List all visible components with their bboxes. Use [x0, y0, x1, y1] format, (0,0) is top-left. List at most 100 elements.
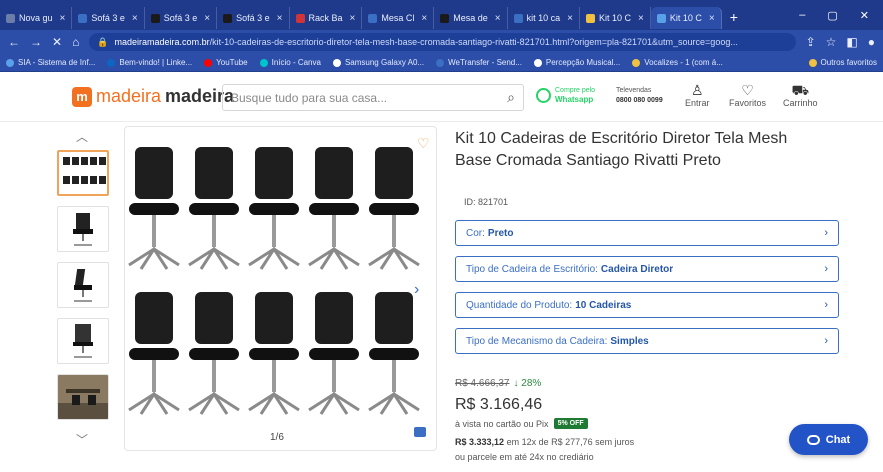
installment-text: em 12x de R$ 277,76 sem juros	[506, 437, 635, 447]
option-color[interactable]: Cor: Preto ›	[455, 220, 839, 246]
tab-close-icon[interactable]: ×	[350, 13, 356, 24]
tab-favicon-icon	[223, 13, 233, 23]
forward-icon[interactable]: →	[30, 35, 42, 49]
whatsapp-bottom-text: Whatsapp	[555, 95, 594, 104]
browser-tab[interactable]: Sofá 3 e ×	[72, 7, 145, 29]
bookmark-item[interactable]: Início - Canva	[259, 58, 321, 67]
bookmark-item[interactable]: YouTube	[204, 58, 248, 67]
tab-close-icon[interactable]: ×	[204, 13, 210, 24]
bookmark-label: Início - Canva	[271, 58, 321, 67]
browser-tab[interactable]: Kit 10 C ×	[650, 7, 722, 29]
back-icon[interactable]: ←	[8, 35, 20, 49]
address-bar[interactable]: 🔒 madeiramadeira.com.br/kit-10-cadeiras-…	[89, 33, 796, 51]
main-product-image[interactable]	[124, 126, 437, 451]
televendas: Televendas 0800 080 0099	[616, 86, 663, 106]
chair-seat	[189, 203, 239, 215]
share-icon[interactable]: ⇪	[806, 35, 816, 49]
browser-tab[interactable]: kit 10 ca ×	[508, 7, 580, 29]
profile-icon[interactable]: ●	[868, 35, 875, 49]
thumbs-down-arrow-icon[interactable]: ﹀	[76, 431, 88, 448]
tab-close-icon[interactable]: ×	[132, 13, 138, 24]
thumbnail-2[interactable]	[57, 206, 109, 252]
tab-close-icon[interactable]: ×	[638, 13, 644, 24]
tab-close-icon[interactable]: ×	[567, 13, 573, 24]
bookmark-favicon-icon	[259, 58, 268, 67]
madeiramadeira-logo[interactable]: m madeira madeira	[72, 86, 234, 107]
bookmark-label: WeTransfer - Send...	[448, 58, 522, 67]
tab-label: Nova gu	[19, 13, 53, 23]
tab-close-icon[interactable]: ×	[421, 13, 427, 24]
chat-button[interactable]: Chat	[789, 424, 868, 455]
next-image-arrow-icon[interactable]: ›	[414, 281, 419, 299]
stop-icon[interactable]: ✕	[52, 35, 62, 49]
office-scene-thumb-image	[58, 375, 108, 419]
bookmark-item[interactable]: SIA - Sistema de Inf...	[6, 58, 95, 67]
option-mechanism[interactable]: Tipo de Mecanismo da Cadeira: Simples ›	[455, 328, 839, 354]
thumbnail-4[interactable]	[57, 318, 109, 364]
tab-label: Mesa Cl	[381, 13, 415, 23]
chair-backrest	[195, 292, 233, 344]
tab-list: Nova gu × Sofá 3 e × Sofá 3 e × Sofá 3 e × Rack …	[0, 1, 722, 29]
tab-close-icon[interactable]: ×	[277, 13, 283, 24]
bookmark-item[interactable]: Vocalizes - 1 (com á...	[632, 58, 723, 67]
browser-tab[interactable]: Mesa Cl ×	[362, 7, 435, 29]
tab-label: Kit 10 C	[669, 13, 702, 23]
chairs-kit-image	[128, 147, 420, 415]
maximize-icon[interactable]: ▢	[827, 9, 837, 22]
lock-icon: 🔒	[97, 36, 109, 47]
bookmark-label: Outros favoritos	[820, 58, 877, 67]
bookmark-favicon-icon	[107, 58, 116, 67]
search-placeholder: Busque tudo para sua casa...	[231, 90, 388, 105]
bookmark-item[interactable]: Percepção Musical...	[533, 58, 620, 67]
whatsapp-icon	[536, 87, 551, 103]
browser-tab[interactable]: Mesa de ×	[434, 7, 508, 29]
favorite-heart-icon[interactable]: ♡	[417, 135, 430, 152]
new-tab-button[interactable]: +	[722, 9, 746, 25]
chat-label: Chat	[825, 433, 851, 446]
televendas-label: Televendas	[616, 87, 652, 94]
browser-tab[interactable]: Sofá 3 e ×	[217, 7, 290, 29]
chair-star-base	[308, 391, 360, 415]
product-title: Kit 10 Cadeiras de Escritório Diretor Te…	[455, 130, 788, 169]
chevron-right-icon: ›	[824, 335, 828, 347]
bookmark-star-icon[interactable]: ☆	[826, 35, 837, 49]
close-window-icon[interactable]: ✕	[860, 9, 869, 22]
minimize-icon[interactable]: –	[799, 9, 805, 22]
bookmark-label: YouTube	[216, 58, 248, 67]
option-chair-type[interactable]: Tipo de Cadeira de Escritório: Cadeira Di…	[455, 256, 839, 282]
chair-backrest	[255, 292, 293, 344]
search-input[interactable]: Busque tudo para sua casa... ⌕	[222, 84, 524, 111]
bookmark-item[interactable]: Bem-vindo! | Linke...	[107, 58, 192, 67]
search-icon[interactable]: ⌕	[507, 89, 515, 106]
browser-tab[interactable]: Nova gu ×	[0, 7, 73, 29]
browser-tab[interactable]: Rack Ba ×	[290, 7, 363, 29]
thumbs-up-arrow-icon[interactable]: ︿	[76, 128, 88, 145]
bookmark-item[interactable]: Outros favoritos	[808, 58, 877, 67]
account-button[interactable]: ♙ Entrar	[685, 82, 710, 108]
tab-close-icon[interactable]: ×	[60, 13, 66, 24]
whatsapp-link[interactable]: Compre pelo Whatsapp	[536, 86, 595, 104]
tab-label: Rack Ba	[308, 13, 343, 23]
browser-tab[interactable]: Sofá 3 e ×	[145, 7, 218, 29]
bookmark-favicon-icon	[632, 58, 641, 67]
sidebar-icon[interactable]: ◧	[846, 35, 857, 49]
favorites-button[interactable]: ♡ Favoritos	[729, 82, 766, 108]
window-controls: – ▢ ✕	[799, 9, 883, 22]
bookmark-item[interactable]: WeTransfer - Send...	[436, 58, 522, 67]
zoom-icon[interactable]	[414, 427, 426, 437]
thumbnail-3[interactable]	[57, 262, 109, 308]
tab-close-icon[interactable]: ×	[709, 13, 715, 24]
browser-tab[interactable]: Kit 10 C ×	[580, 7, 651, 29]
thumbnail-5[interactable]	[57, 374, 109, 420]
payment-line: à vista no cartão ou Pix 5% OFF	[455, 418, 588, 429]
bookmark-item[interactable]: Samsung Galaxy A0...	[332, 58, 424, 67]
pay-text: à vista no cartão ou Pix	[455, 418, 549, 429]
thumbnail-1[interactable]	[57, 150, 109, 196]
cart-button[interactable]: ⛟ Carrinho	[783, 82, 818, 108]
favorites-label: Favoritos	[729, 98, 767, 108]
tab-close-icon[interactable]: ×	[495, 13, 501, 24]
option-quantity[interactable]: Quantidade do Produto: 10 Cadeiras ›	[455, 292, 839, 318]
tab-label: kit 10 ca	[526, 13, 561, 23]
home-icon[interactable]: ⌂	[72, 35, 79, 49]
bookmark-favicon-icon	[6, 58, 14, 67]
